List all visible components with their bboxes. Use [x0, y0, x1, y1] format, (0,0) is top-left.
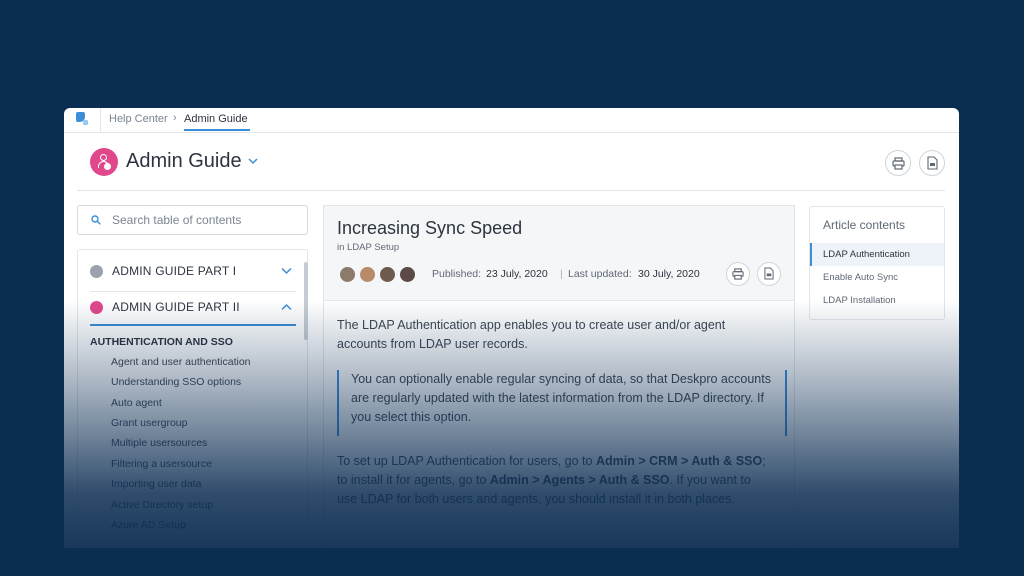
article-contents-title: Article contents: [823, 218, 906, 232]
updated-date: 30 July, 2020: [638, 268, 700, 280]
toc-item[interactable]: Azure AD Setup: [111, 519, 186, 531]
avatar: [338, 265, 357, 284]
toc-item[interactable]: Agent and user authentication: [111, 356, 251, 368]
text: ;: [762, 454, 766, 468]
text: . If you want to: [669, 473, 751, 487]
contents-item-ldap-authentication[interactable]: LDAP Authentication: [810, 243, 944, 266]
toc-part-label: ADMIN GUIDE PART I: [112, 264, 237, 278]
article-paragraph-line: to install it for agents, go to Admin > …: [337, 471, 751, 490]
text: to install it for agents, go to: [337, 473, 490, 487]
pdf-icon: [927, 156, 938, 170]
page-title[interactable]: Admin Guide: [126, 150, 242, 173]
help-center-window: Help Center › Admin Guide Admin Guide Se…: [64, 108, 959, 548]
article-title: Increasing Sync Speed: [337, 218, 523, 238]
toc-scrollbar[interactable]: [304, 262, 308, 340]
toc-part-one[interactable]: ADMIN GUIDE PART I: [90, 256, 296, 288]
avatar: [398, 265, 417, 284]
print-icon: [892, 157, 905, 170]
header-divider: [77, 190, 945, 191]
article-intro-line-1: The LDAP Authentication app enables you …: [337, 318, 726, 332]
deskpro-logo-icon[interactable]: [76, 112, 90, 126]
contents-item-label: LDAP Authentication: [823, 249, 910, 260]
part-two-icon: [90, 301, 103, 314]
toc-section-title[interactable]: AUTHENTICATION AND SSO: [90, 336, 233, 348]
text: To set up LDAP Authentication for users,…: [337, 454, 596, 468]
article-category-link[interactable]: in LDAP Setup: [337, 242, 399, 253]
toc-item[interactable]: Active Directory setup: [111, 499, 213, 511]
toc-part-two[interactable]: ADMIN GUIDE PART II: [90, 292, 296, 324]
contents-item-ldap-installation[interactable]: LDAP Installation: [810, 289, 944, 312]
contents-item-label: Enable Auto Sync: [823, 272, 898, 283]
admin-guide-icon: [90, 148, 118, 176]
search-input[interactable]: Search table of contents: [77, 205, 308, 235]
table-of-contents: ADMIN GUIDE PART I ADMIN GUIDE PART II A…: [77, 249, 308, 548]
published-date: 23 July, 2020: [486, 268, 548, 280]
article-header: Increasing Sync Speed in LDAP Setup Publ…: [324, 206, 794, 301]
published-label: Published:: [432, 268, 482, 280]
avatar: [358, 265, 377, 284]
article-paragraph-line: use LDAP for both users and agents, you …: [337, 492, 735, 506]
article-paragraph-line: To set up LDAP Authentication for users,…: [337, 452, 766, 471]
breadcrumb-active-indicator: [184, 129, 250, 131]
article-pdf-button[interactable]: [757, 262, 781, 286]
active-part-indicator: [90, 324, 296, 326]
article-print-button[interactable]: [726, 262, 750, 286]
avatar: [378, 265, 397, 284]
contents-item-enable-auto-sync[interactable]: Enable Auto Sync: [810, 266, 944, 289]
article-callout: You can optionally enable regular syncin…: [337, 370, 787, 436]
toc-item[interactable]: Grant usergroup: [111, 417, 187, 429]
toc-part-label: ADMIN GUIDE PART II: [112, 300, 240, 314]
nav-path: Admin > CRM > Auth & SSO: [595, 454, 763, 468]
search-placeholder: Search table of contents: [112, 213, 242, 227]
pdf-icon: [764, 267, 774, 280]
toc-item[interactable]: Multiple usersources: [111, 437, 207, 449]
print-button[interactable]: [885, 150, 911, 176]
pdf-button[interactable]: [919, 150, 945, 176]
part-one-icon: [90, 265, 103, 278]
toc-item[interactable]: Importing user data: [111, 478, 201, 490]
chevron-down-icon[interactable]: [248, 156, 258, 166]
callout-text: You can optionally enable regular syncin…: [351, 372, 771, 424]
nav-path: Admin > Agents > Auth & SSO: [489, 473, 670, 487]
meta-separator: |: [560, 268, 563, 280]
article-contents-panel: Article contents LDAP Authentication Ena…: [809, 206, 945, 320]
toc-item[interactable]: Understanding SSO options: [111, 376, 241, 388]
breadcrumb-help-center[interactable]: Help Center: [109, 113, 168, 125]
chevron-up-icon[interactable]: [281, 303, 292, 311]
article-intro-line-2: accounts from LDAP user records.: [337, 337, 528, 351]
toc-item[interactable]: Filtering a usersource: [111, 458, 212, 470]
updated-label: Last updated:: [568, 268, 632, 280]
contents-item-label: LDAP Installation: [823, 295, 896, 306]
print-icon: [732, 268, 744, 280]
chevron-down-icon[interactable]: [281, 267, 292, 275]
breadcrumb-separator: ›: [173, 112, 177, 124]
top-bar: Help Center › Admin Guide: [64, 108, 959, 133]
article-panel: Increasing Sync Speed in LDAP Setup Publ…: [323, 205, 795, 548]
breadcrumb-admin-guide[interactable]: Admin Guide: [184, 113, 248, 125]
divider: [100, 108, 101, 132]
search-icon: [91, 215, 101, 225]
toc-item[interactable]: Auto agent: [111, 397, 162, 409]
